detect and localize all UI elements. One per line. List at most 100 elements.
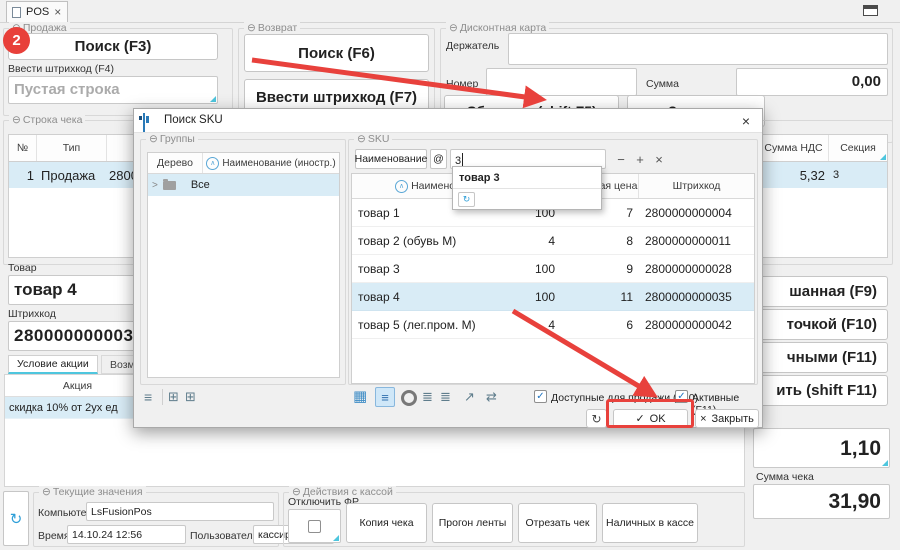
collapse-icon[interactable]: ⊖ <box>42 486 51 499</box>
name-filter-button[interactable]: Наименование <box>355 149 427 169</box>
time-label: Время <box>38 530 70 542</box>
dialog-title: Поиск SKU <box>164 114 223 126</box>
change-value: 1,10 <box>754 429 889 461</box>
card-number-label: Номер <box>446 78 478 90</box>
card-sum-input[interactable]: 0,00 <box>736 68 888 96</box>
tab-close-icon[interactable]: × <box>54 5 61 19</box>
suggest-dropdown: товар 3 ↻ <box>452 166 602 210</box>
collapse-icon[interactable]: ⊖ <box>12 114 21 127</box>
card-sum-label: Сумма <box>646 78 679 90</box>
sku-row-selected[interactable]: товар 4 100 11 2800000000035 <box>352 283 754 311</box>
dialog-close-icon[interactable]: × <box>736 111 756 130</box>
ok-highlight-rect <box>606 399 694 428</box>
sale-barcode-placeholder: Пустая строка <box>9 77 217 98</box>
clear-filters-icon[interactable]: ≡ <box>144 390 152 404</box>
sale-barcode-input[interactable]: Пустая строка <box>8 76 218 104</box>
copy-receipt-button[interactable]: Копия чека <box>346 503 427 543</box>
receipt-row-type: Продажа <box>37 162 107 188</box>
receipt-col-num[interactable]: № <box>9 135 37 161</box>
document-icon <box>12 7 21 18</box>
tree-column-header[interactable]: Дерево <box>148 153 203 173</box>
group-report-icon[interactable]: ≣ <box>440 390 451 403</box>
sku-panel-label: SKU <box>368 133 390 146</box>
receipt-sum-field[interactable]: 31,90 <box>753 484 890 519</box>
refresh-icon: ↻ <box>591 412 601 426</box>
tab-pos[interactable]: POS × <box>6 1 68 22</box>
expand-node-icon[interactable]: ⊞ <box>168 390 179 403</box>
group-change-icon[interactable]: ≣ <box>422 390 433 403</box>
time-value: 14.10.24 12:56 <box>68 526 185 541</box>
tree-root-label: Все <box>191 179 210 191</box>
receipt-col-vat[interactable]: Сумма НДС <box>759 135 829 161</box>
grid-settings-icon[interactable]: ▦ <box>353 389 367 404</box>
dialog-titlebar[interactable]: Поиск SKU × <box>134 109 762 133</box>
groups-tree-table: Дерево ∧Наименование (иностр.) > Все <box>147 152 340 378</box>
sku-col-barcode[interactable]: Штрихкод <box>639 174 754 198</box>
receipt-group-label: Строка чека <box>23 114 83 127</box>
available-checkbox[interactable]: ✓ <box>534 390 547 403</box>
suggest-refresh-button[interactable]: ↻ <box>458 192 475 207</box>
disable-fr-box[interactable] <box>288 509 341 543</box>
collapse-icon[interactable]: ⊖ <box>149 133 158 146</box>
groups-panel-label: Группы <box>160 133 195 146</box>
user-label2: Пользователь <box>190 530 258 542</box>
maximize-icon[interactable] <box>863 5 878 16</box>
sku-row[interactable]: товар 5 (лег.пром. М) 4 6 2800000000042 <box>352 311 754 339</box>
receipt-col-section[interactable]: Секция <box>829 135 887 161</box>
refresh-icon: ↻ <box>463 194 471 205</box>
refresh-button[interactable]: ↻ <box>3 491 29 546</box>
feed-tape-button[interactable]: Прогон ленты <box>432 503 513 543</box>
card-holder-label: Держатель <box>446 40 499 52</box>
collapse-icon[interactable]: ⊖ <box>449 22 458 35</box>
sku-search-dialog: Поиск SKU × ⊖Группы Дерево ∧Наименование… <box>133 108 763 428</box>
computer-value: LsFusionPos <box>87 503 273 518</box>
cut-receipt-button[interactable]: Отрезать чек <box>518 503 597 543</box>
tab-promo-conditions[interactable]: Условие акции <box>8 355 98 374</box>
cycle-icon[interactable]: ⇄ <box>486 390 497 403</box>
computer-label: Компьютер <box>38 507 92 519</box>
filters-toggle-icon[interactable]: ≡ <box>375 387 395 407</box>
cash-in-drawer-button[interactable]: Наличных в кассе <box>602 503 698 543</box>
at-filter-button[interactable]: @ <box>430 149 447 169</box>
sku-row[interactable]: товар 3 100 9 2800000000028 <box>352 255 754 283</box>
receipt-sum-value: 31,90 <box>754 485 889 514</box>
sort-asc-icon: ∧ <box>206 157 219 170</box>
remove-filter-icon[interactable]: − <box>613 149 629 169</box>
sale-search-button[interactable]: Поиск (F3) <box>8 33 218 60</box>
app-logo-icon <box>143 113 145 132</box>
open-in-window-icon[interactable]: ↗ <box>464 390 475 403</box>
suggest-item[interactable]: товар 3 <box>453 167 601 189</box>
computer-field[interactable]: LsFusionPos <box>86 502 274 521</box>
add-filter-icon[interactable]: + <box>632 149 648 169</box>
tree-root-row[interactable]: > Все <box>148 174 339 196</box>
item-barcode-label: Штрихкод <box>8 308 56 320</box>
collapse-icon[interactable]: ⊖ <box>357 133 366 146</box>
time-field[interactable]: 14.10.24 12:56 <box>67 525 186 544</box>
return-search-button[interactable]: Поиск (F6) <box>244 34 429 72</box>
folder-icon <box>163 181 176 190</box>
gear-icon[interactable] <box>401 390 417 406</box>
tree-name-column-header[interactable]: ∧Наименование (иностр.) <box>203 153 339 173</box>
step-badge: 2 <box>3 27 30 54</box>
change-field[interactable]: 1,10 <box>753 428 890 468</box>
item-label: Товар <box>8 262 37 274</box>
receipt-row-num: 1 <box>9 162 37 188</box>
pos-window: POS × ⊖Продажа Поиск (F3) Ввести штрихко… <box>0 0 900 550</box>
receipt-col-type[interactable]: Тип <box>37 135 107 161</box>
close-x-icon: × <box>700 413 706 425</box>
card-holder-input[interactable] <box>508 33 888 65</box>
expand-all-icon[interactable]: ⊞ <box>185 390 196 403</box>
promo-column-header[interactable]: Акция <box>5 375 151 396</box>
card-number-input[interactable] <box>486 68 637 96</box>
tab-bar <box>0 0 900 23</box>
expand-icon[interactable]: > <box>152 180 158 191</box>
sort-asc-icon: ∧ <box>395 180 408 193</box>
dialog-close-button[interactable]: ×Закрыть <box>695 409 759 428</box>
disable-fr-checkbox[interactable] <box>308 520 321 533</box>
receipt-row-section: 3 <box>829 162 887 188</box>
toolbar-separator <box>162 389 163 405</box>
clear-filter-icon[interactable]: × <box>651 149 667 169</box>
card-sum-value: 0,00 <box>737 69 887 90</box>
dialog-refresh-button[interactable]: ↻ <box>586 409 607 428</box>
sku-row[interactable]: товар 2 (обувь М) 4 8 2800000000011 <box>352 227 754 255</box>
